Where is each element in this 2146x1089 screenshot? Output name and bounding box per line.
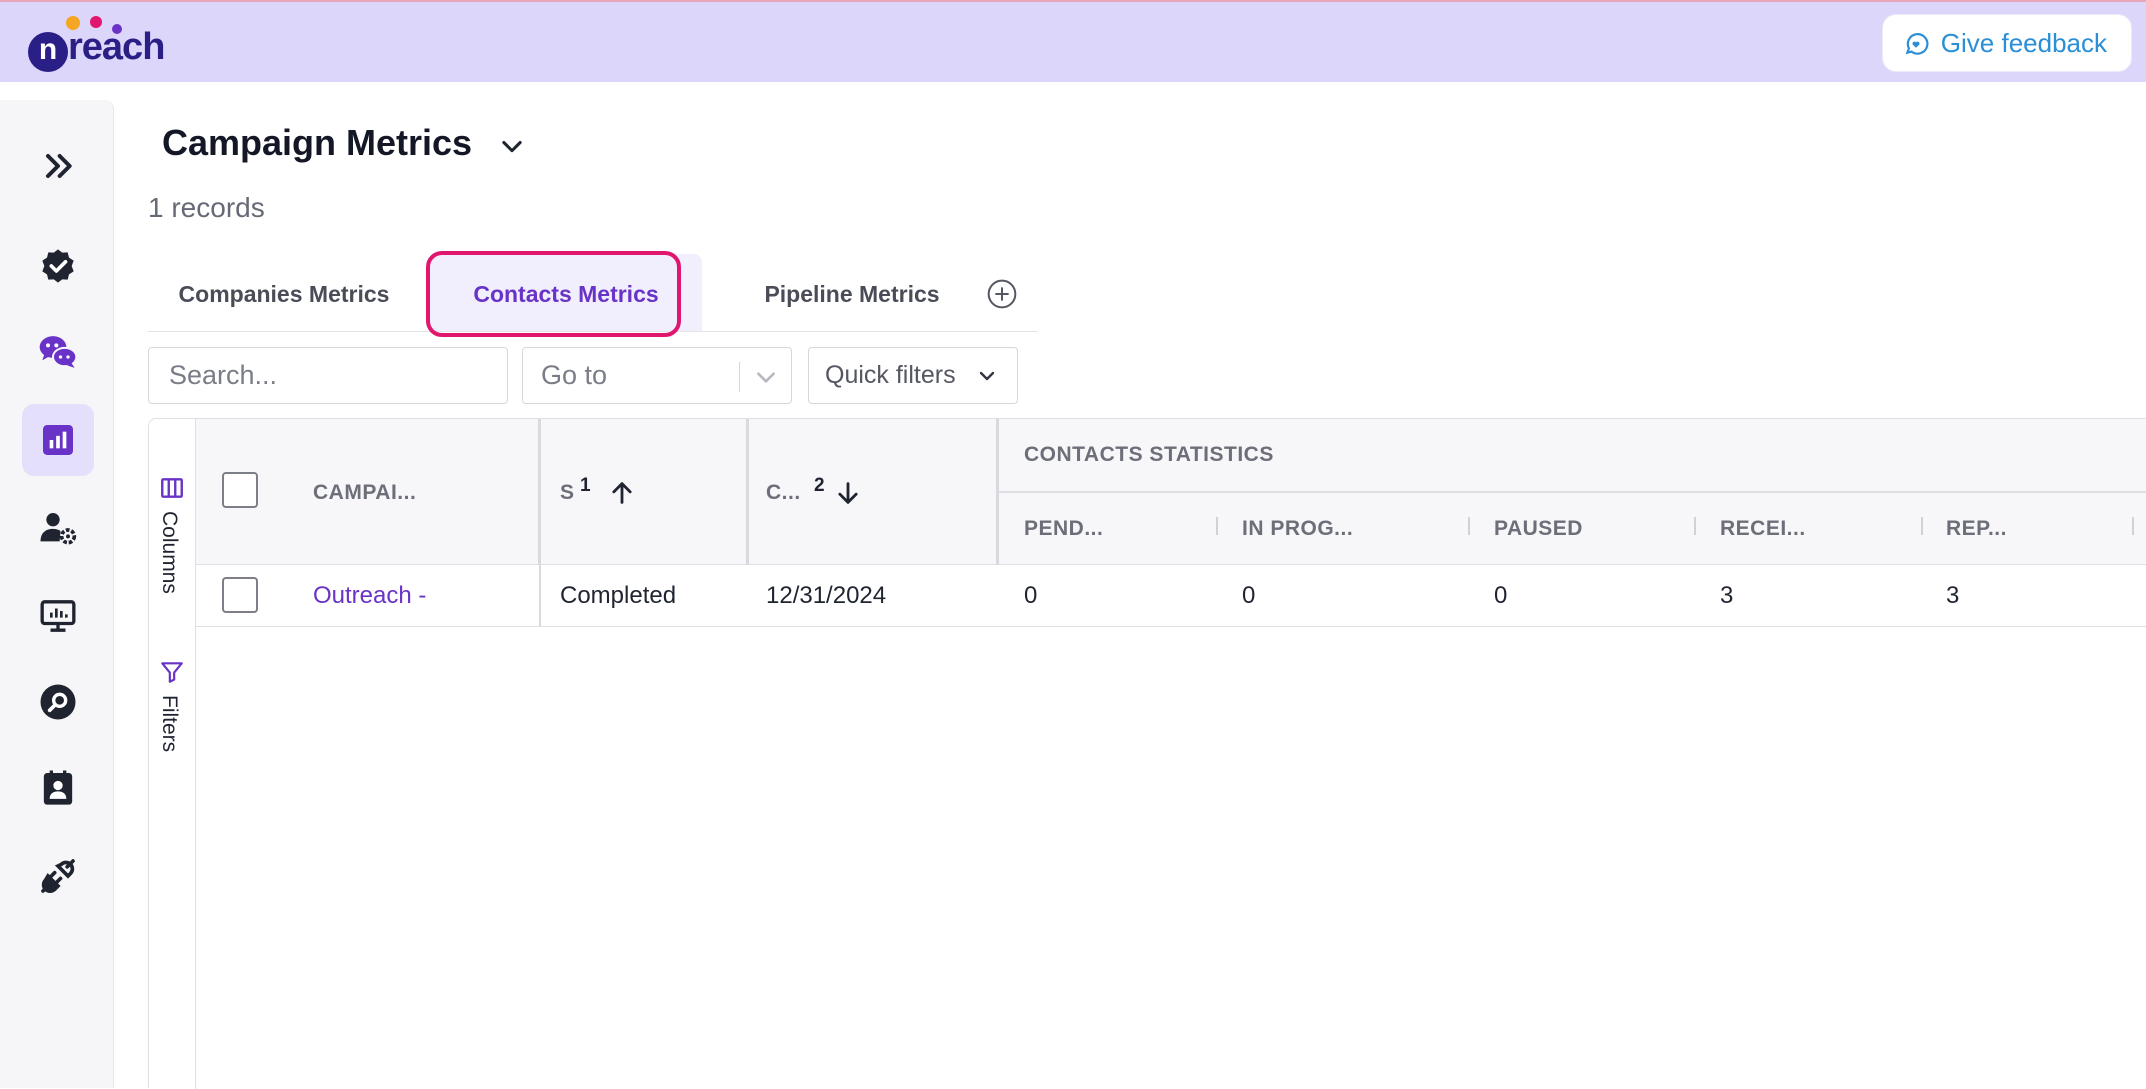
column-header-replied[interactable]: REP... bbox=[1946, 517, 2007, 541]
quick-filters-button[interactable]: Quick filters bbox=[808, 347, 1018, 404]
expand-sidebar-button[interactable] bbox=[22, 130, 94, 202]
goto-select[interactable]: Go to bbox=[522, 347, 792, 404]
give-feedback-label: Give feedback bbox=[1940, 28, 2107, 58]
app-logo[interactable]: n reach bbox=[28, 12, 188, 72]
column-resize-handle[interactable] bbox=[1216, 517, 1218, 535]
filters-label: Filters bbox=[158, 695, 181, 753]
sidebar-item-metrics[interactable] bbox=[22, 404, 94, 476]
row-checkbox[interactable] bbox=[222, 577, 258, 613]
received-cell: 3 bbox=[1720, 582, 1734, 609]
add-tab-icon[interactable] bbox=[986, 278, 1018, 310]
column-resize-handle[interactable] bbox=[1694, 517, 1696, 535]
table-row[interactable]: Outreach - Completed 12/31/2024 0 0 0 3 … bbox=[196, 565, 2146, 627]
column-resize-handle[interactable] bbox=[1468, 517, 1470, 535]
logo-letter: n bbox=[28, 32, 68, 72]
verified-badge-icon bbox=[42, 249, 74, 283]
column-divider[interactable] bbox=[538, 419, 541, 565]
grid-header: CAMPAI... S 1 C... 2 CONTACTS STATISTICS… bbox=[196, 419, 2146, 565]
column-divider[interactable] bbox=[746, 419, 749, 565]
column-header-campaign[interactable]: CAMPAI... bbox=[313, 481, 416, 505]
bar-chart-icon bbox=[43, 425, 73, 455]
sidebar-item-search[interactable] bbox=[22, 666, 94, 738]
pinned-column-divider bbox=[539, 565, 541, 627]
tab-companies-metrics[interactable]: Companies Metrics bbox=[148, 254, 420, 331]
user-gear-icon bbox=[40, 513, 77, 545]
select-all-checkbox[interactable] bbox=[222, 472, 258, 508]
monitor-chart-icon bbox=[40, 600, 76, 632]
arrow-up-icon bbox=[612, 482, 632, 504]
column-header-in-progress[interactable]: IN PROG... bbox=[1242, 517, 1353, 541]
in-progress-cell: 0 bbox=[1242, 582, 1256, 609]
goto-separator bbox=[739, 362, 740, 392]
chat-bubbles-icon bbox=[39, 336, 78, 368]
contact-book-icon bbox=[43, 770, 73, 805]
sidebar-item-conversations[interactable] bbox=[22, 316, 94, 388]
campaign-link[interactable]: Outreach - bbox=[313, 565, 426, 627]
columns-panel-toggle[interactable]: Columns bbox=[149, 471, 196, 611]
active-tab-highlight bbox=[426, 251, 681, 337]
status-sort-index: 1 bbox=[580, 475, 591, 496]
sidebar-item-integrations[interactable] bbox=[22, 840, 94, 912]
page-title[interactable]: Campaign Metrics bbox=[162, 122, 472, 164]
sidebar-item-user-settings[interactable] bbox=[22, 492, 94, 564]
columns-label: Columns bbox=[158, 511, 181, 594]
column-header-created[interactable]: C... 2 bbox=[752, 419, 992, 565]
chat-heart-icon bbox=[1905, 33, 1929, 55]
data-grid: Columns Filters CAMPAI... S 1 C... 2 CON… bbox=[148, 418, 2146, 1089]
sidebar-item-contacts[interactable] bbox=[22, 752, 94, 824]
pending-cell: 0 bbox=[1024, 582, 1038, 609]
plug-disconnected-icon bbox=[41, 859, 75, 894]
records-count: 1 records bbox=[148, 192, 265, 223]
created-sort-index: 2 bbox=[814, 475, 825, 496]
tab-pipeline-metrics[interactable]: Pipeline Metrics bbox=[716, 254, 988, 331]
chevron-down-icon bbox=[757, 372, 775, 383]
magnifier-circle-icon bbox=[40, 684, 76, 720]
group-header-contacts-statistics: CONTACTS STATISTICS bbox=[1024, 443, 1274, 466]
replied-cell: 3 bbox=[1946, 582, 1960, 609]
double-chevron-right-icon bbox=[46, 154, 72, 178]
sidebar-item-dashboard[interactable] bbox=[22, 580, 94, 652]
top-bar: n reach Give feedback bbox=[0, 0, 2146, 82]
logo-text: reach bbox=[68, 26, 165, 68]
give-feedback-button[interactable]: Give feedback bbox=[1881, 14, 2132, 72]
paused-cell: 0 bbox=[1494, 582, 1508, 609]
created-cell: 12/31/2024 bbox=[766, 582, 887, 609]
sidebar-item-verified[interactable] bbox=[22, 230, 94, 302]
quick-filters-label: Quick filters bbox=[825, 361, 956, 389]
column-header-received[interactable]: RECEI... bbox=[1720, 517, 1806, 541]
chevron-down-icon bbox=[979, 371, 995, 381]
filter-funnel-icon bbox=[161, 662, 183, 683]
column-header-status[interactable]: S 1 bbox=[544, 419, 744, 565]
search-input[interactable]: Search... bbox=[148, 347, 508, 404]
status-header-label: S bbox=[560, 481, 575, 504]
grid-side-panel: Columns Filters bbox=[149, 419, 196, 1089]
filters-panel-toggle[interactable]: Filters bbox=[149, 655, 196, 795]
group-header-divider bbox=[999, 491, 2146, 493]
column-header-pending[interactable]: PEND... bbox=[1024, 517, 1103, 541]
status-cell: Completed bbox=[560, 582, 677, 609]
column-resize-handle[interactable] bbox=[2132, 517, 2134, 535]
chevron-down-icon[interactable] bbox=[498, 132, 526, 160]
columns-icon bbox=[161, 478, 183, 498]
arrow-down-icon bbox=[838, 482, 858, 504]
column-header-paused[interactable]: PAUSED bbox=[1494, 517, 1583, 541]
created-header-label: C... bbox=[766, 481, 801, 504]
column-resize-handle[interactable] bbox=[1921, 517, 1923, 535]
sidebar bbox=[0, 100, 114, 1088]
goto-placeholder: Go to bbox=[541, 360, 608, 390]
